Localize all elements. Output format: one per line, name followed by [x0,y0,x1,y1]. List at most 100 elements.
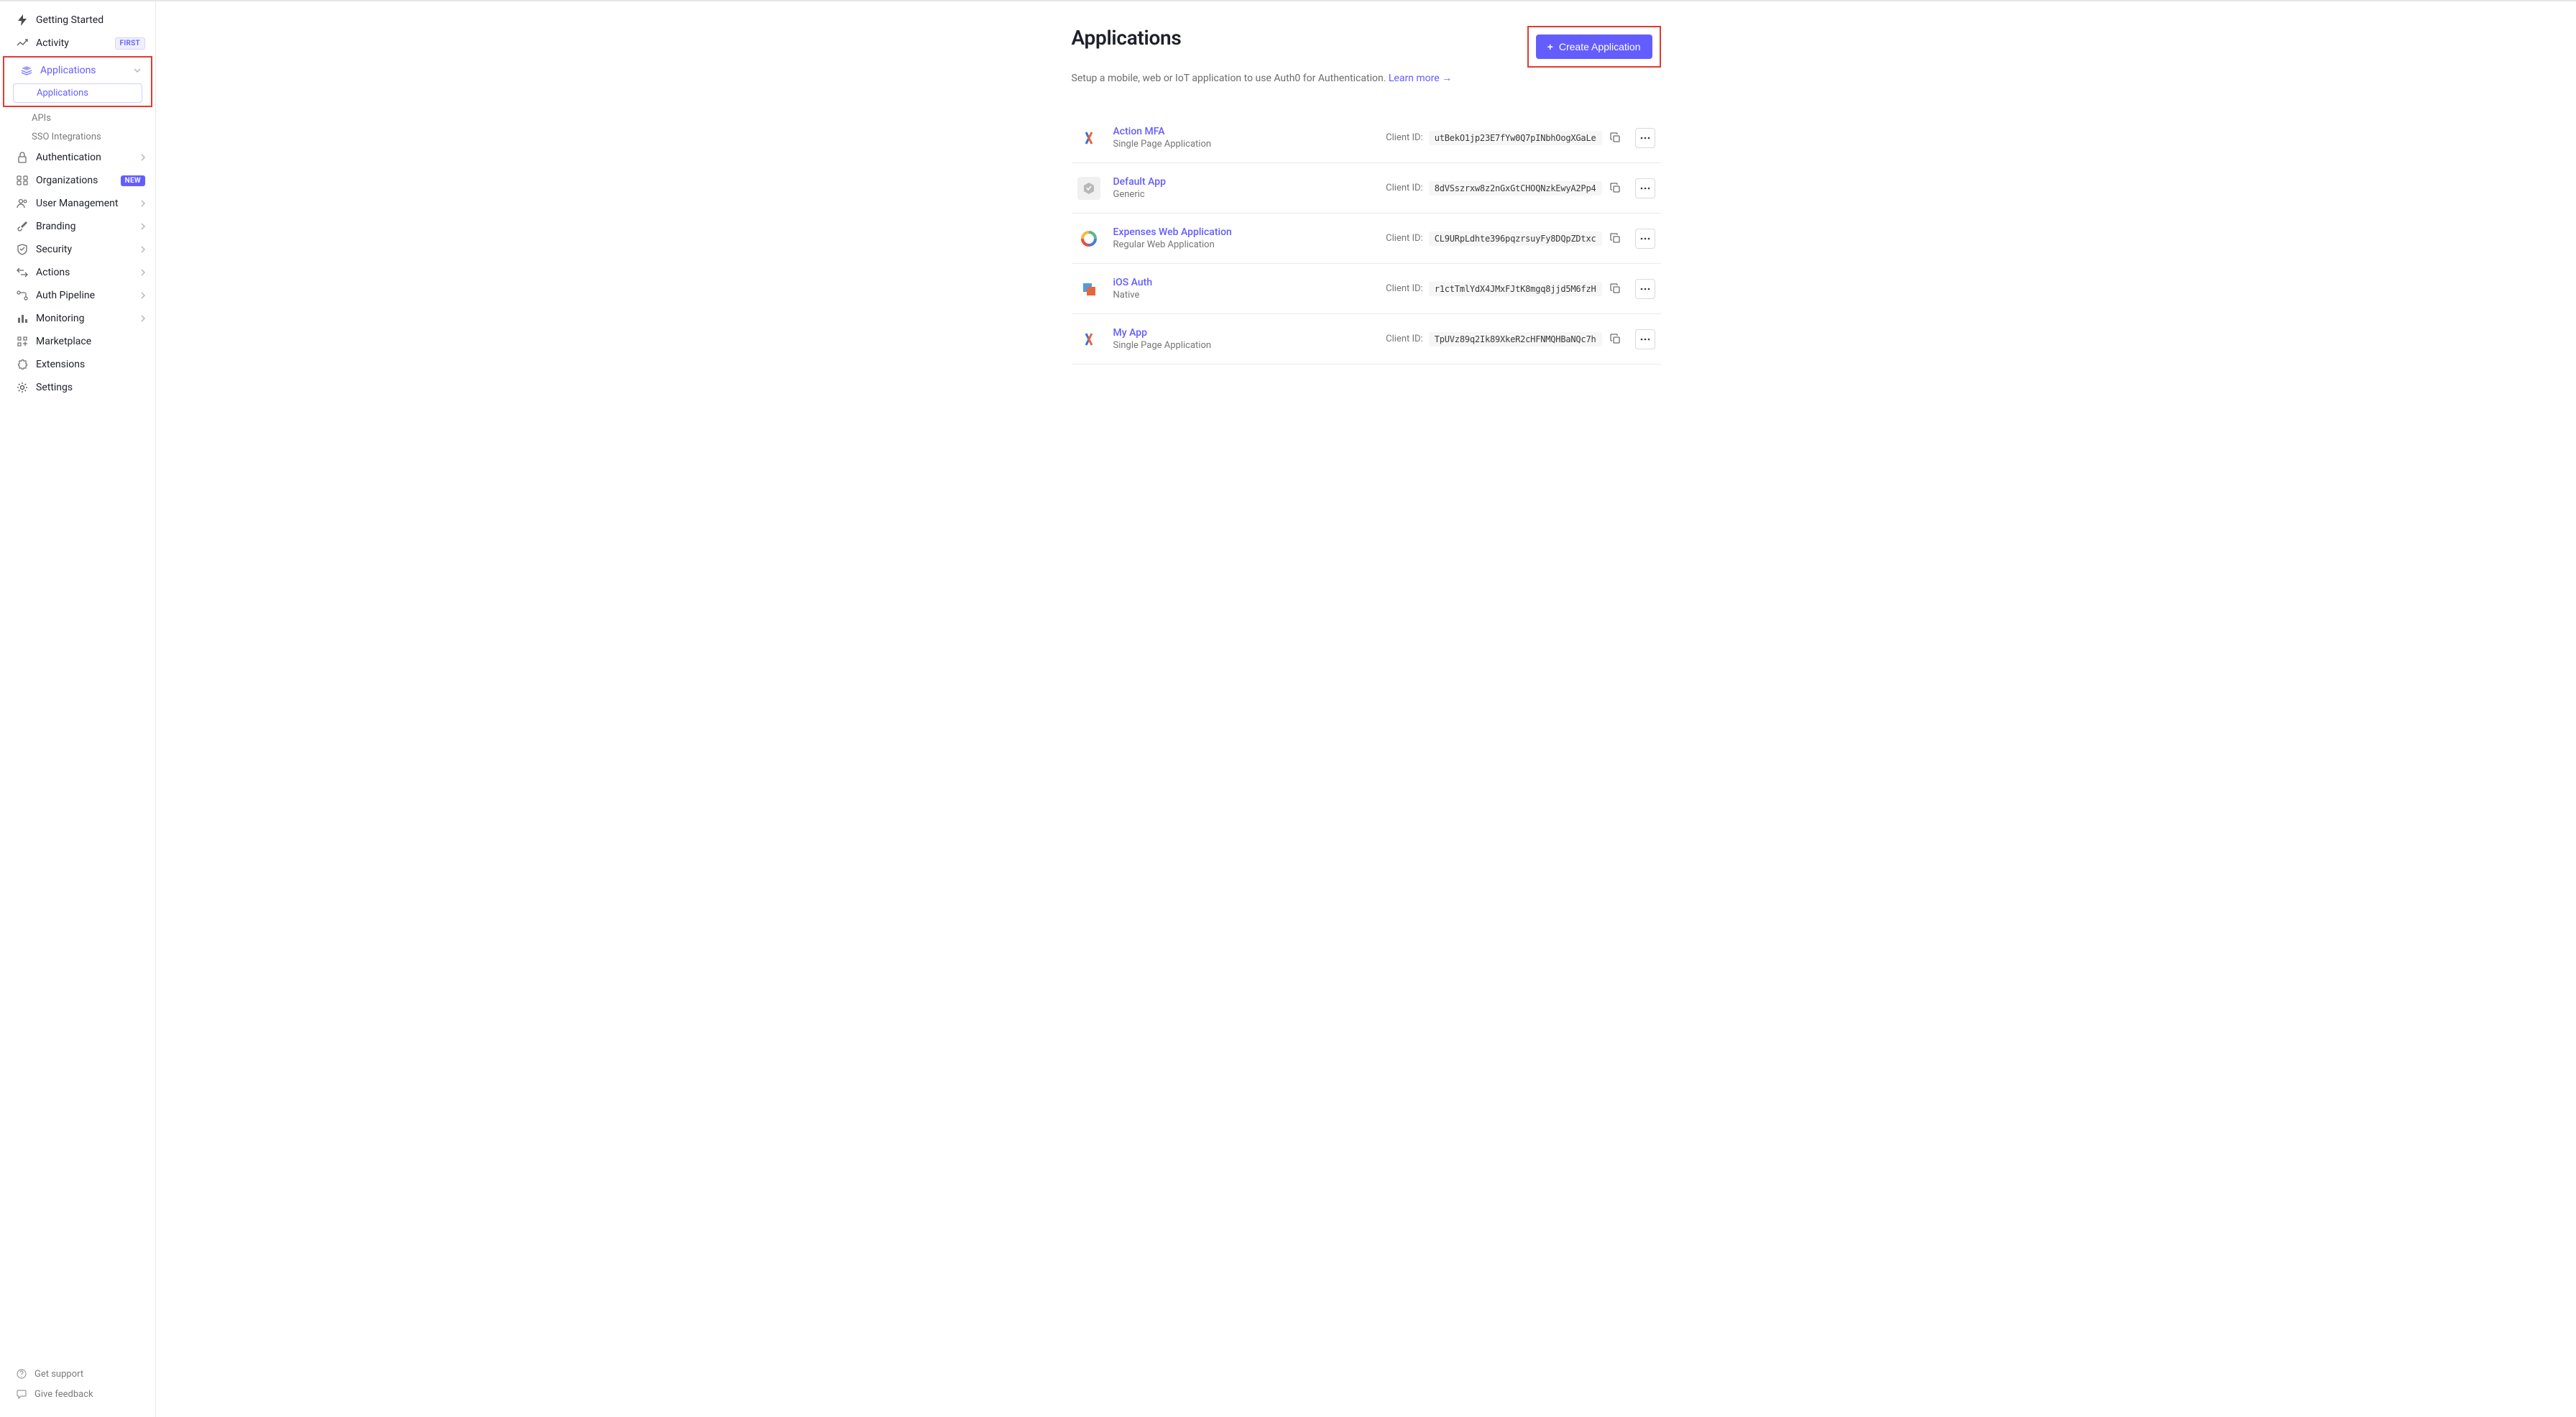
sidebar-item-label: Branding [36,221,141,232]
page-title: Applications [1072,26,1182,50]
app-name-link[interactable]: My App [1113,327,1300,339]
more-options-button[interactable] [1635,229,1655,249]
chart-icon [16,37,29,50]
footer-give-feedback[interactable]: Give feedback [0,1384,155,1404]
sidebar-subitem-applications[interactable]: Applications [13,83,142,103]
sidebar-item-label: Auth Pipeline [36,290,141,301]
app-icon [1077,177,1100,200]
client-id-section: Client ID: 8dVSszrxw8z2nGxGtCHOQNzkEwyA2P… [1300,180,1624,196]
copy-button[interactable] [1608,281,1624,297]
more-options-button[interactable] [1635,279,1655,299]
sidebar-item-actions[interactable]: Actions [0,261,155,284]
page-subtitle: Setup a mobile, web or IoT application t… [1072,72,1661,84]
app-name-link[interactable]: Action MFA [1113,126,1300,137]
sidebar-item-auth-pipeline[interactable]: Auth Pipeline [0,284,155,307]
gear-icon [16,381,29,394]
applications-list: Action MFASingle Page ApplicationClient … [1072,113,1661,364]
chevron-right-icon [141,154,145,161]
sidebar-item-label: Monitoring [36,313,141,324]
app-name-link[interactable]: Expenses Web Application [1113,226,1300,238]
app-name-link[interactable]: iOS Auth [1113,277,1300,288]
sidebar-item-label: User Management [36,198,141,209]
sidebar-item-applications[interactable]: Applications [4,59,151,82]
footer-label: Give feedback [34,1389,93,1400]
client-id-section: Client ID:CL9URpLdhte396pqzrsuyFy8DQpZDt… [1300,231,1624,247]
sidebar-subitem-sso[interactable]: SSO Integrations [0,127,155,146]
users-icon [16,197,29,210]
badge-first: FIRST [115,37,145,50]
sidebar-item-label: Extensions [36,359,145,370]
sidebar-footer: Get support Give feedback [0,1357,155,1417]
sidebar-item-monitoring[interactable]: Monitoring [0,307,155,330]
chevron-right-icon [141,200,145,207]
create-application-button[interactable]: + Create Application [1536,35,1652,59]
app-name-link[interactable]: Default App [1113,176,1300,188]
chevron-right-icon [141,246,145,253]
footer-get-support[interactable]: Get support [0,1364,155,1384]
layers-icon [20,64,33,77]
sidebar-item-label: Activity [36,37,111,49]
more-options-button[interactable] [1635,329,1655,349]
sidebar-item-label: Getting Started [36,14,145,26]
sidebar-item-authentication[interactable]: Authentication [0,146,155,169]
client-id-label: Client ID: [1386,183,1423,193]
sidebar-item-label: Security [36,244,141,255]
sidebar-item-label: Applications [40,65,134,76]
sidebar-item-label: Authentication [36,152,141,163]
app-type: Regular Web Application [1113,239,1300,250]
application-row: iOS Auth NativeClient ID:r1ctTmlYdX4JMxFJ… [1072,264,1661,314]
sidebar-item-label: Marketplace [36,336,145,347]
copy-button[interactable] [1608,180,1624,196]
copy-button[interactable] [1608,331,1624,347]
sidebar-item-organizations[interactable]: Organizations NEW [0,169,155,192]
client-id-value: CL9URpLdhte396pqzrsuyFy8DQpZDtxc [1429,231,1602,246]
comment-icon [16,1388,27,1400]
application-row: My AppSingle Page ApplicationClient ID:T… [1072,314,1661,364]
copy-button[interactable] [1608,231,1624,247]
client-id-section: Client ID: utBekO1jp23E7fYw0Q7pINbhOogXGa… [1300,130,1624,146]
highlight-create: + Create Application [1527,26,1661,68]
sidebar-item-extensions[interactable]: Extensions [0,353,155,376]
copy-button[interactable] [1608,130,1624,146]
app-info: Expenses Web ApplicationRegular Web Appl… [1113,226,1300,250]
nav: Getting Started Activity FIRST Applicati… [0,9,155,1357]
sidebar: Getting Started Activity FIRST Applicati… [0,1,156,1417]
subtitle-text: Setup a mobile, web or IoT application t… [1072,73,1389,84]
sidebar-item-marketplace[interactable]: Marketplace [0,330,155,353]
app-info: My AppSingle Page Application [1113,327,1300,351]
sidebar-subitem-label: Applications [37,88,88,98]
sidebar-item-getting-started[interactable]: Getting Started [0,9,155,32]
sidebar-item-security[interactable]: Security [0,238,155,261]
bolt-icon [16,14,29,27]
puzzle-icon [16,358,29,371]
chevron-right-icon [141,223,145,230]
more-options-button[interactable] [1635,128,1655,148]
app-type: Native [1113,290,1300,301]
application-row: Default AppGenericClient ID:8dVSszrxw8z2… [1072,163,1661,214]
more-options-button[interactable] [1635,178,1655,198]
help-icon [16,1368,27,1380]
learn-more-link[interactable]: Learn more → [1389,73,1452,84]
sidebar-item-user-management[interactable]: User Management [0,192,155,215]
chevron-right-icon [141,269,145,276]
chevron-down-icon [134,68,141,73]
client-id-value: 8dVSszrxw8z2nGxGtCHOQNzkEwyA2Pp4 [1429,181,1602,196]
plus-icon: + [1547,41,1553,52]
sidebar-item-branding[interactable]: Branding [0,215,155,238]
app-icon [1077,227,1100,250]
badge-new: NEW [121,175,145,186]
sidebar-item-label: Settings [36,382,145,393]
client-id-label: Client ID: [1386,132,1423,143]
client-id-value: utBekO1jp23E7fYw0Q7pINbhOogXGaLe [1429,131,1602,145]
app-icon [1077,278,1100,301]
sidebar-subitem-apis[interactable]: APIs [0,109,155,127]
application-row: Action MFASingle Page ApplicationClient … [1072,113,1661,163]
create-button-label: Create Application [1559,41,1641,52]
sidebar-item-settings[interactable]: Settings [0,376,155,399]
client-id-label: Client ID: [1386,334,1423,344]
lock-icon [16,151,29,164]
client-id-section: Client ID:r1ctTmlYdX4JMxFJtK8mgq8jjd5M6f… [1300,281,1624,297]
pipeline-icon [16,289,29,302]
sidebar-item-activity[interactable]: Activity FIRST [0,32,155,55]
app-icon [1077,328,1100,351]
